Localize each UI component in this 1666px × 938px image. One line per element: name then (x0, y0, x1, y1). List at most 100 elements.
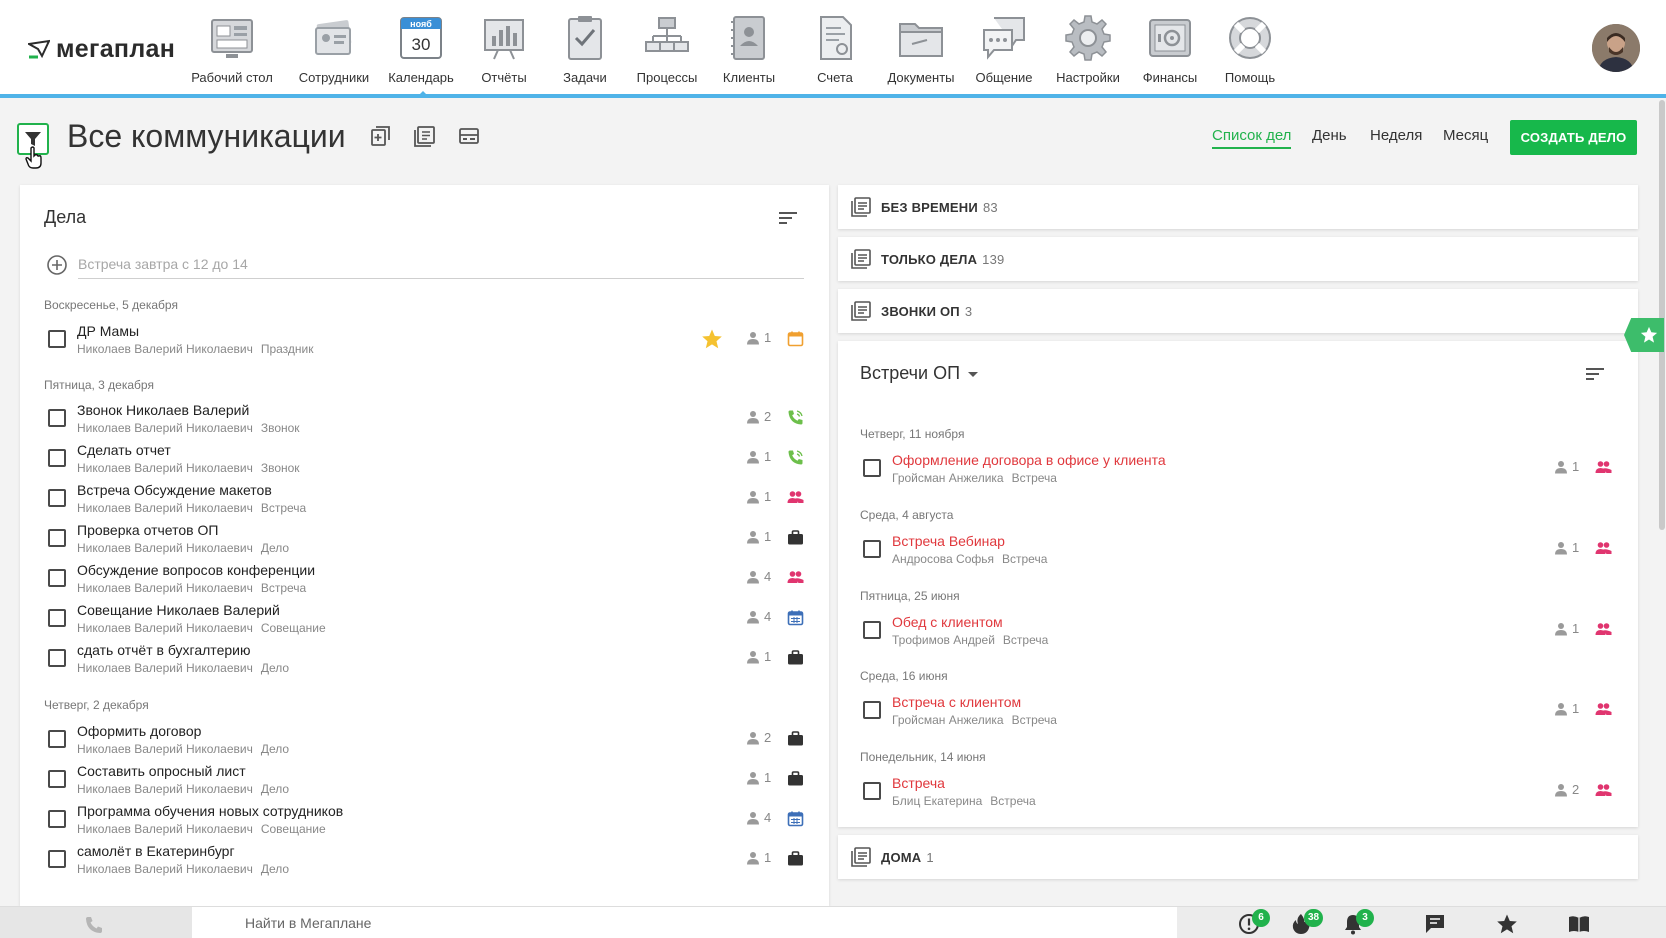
task-checkbox[interactable] (48, 810, 66, 828)
task-title[interactable]: Проверка отчетов ОП (77, 522, 218, 538)
meeting-title-link[interactable]: Встреча с клиентом (892, 694, 1021, 710)
meeting-owner[interactable]: Гройсман Анжелика (892, 713, 1004, 727)
meeting-row[interactable]: Оформление договора в офисе у клиента Гро… (838, 451, 1638, 491)
task-title[interactable]: Программа обучения новых сотрудников (77, 803, 343, 819)
task-row[interactable]: Составить опросный лист Николаев Валерий … (20, 762, 829, 802)
meeting-owner[interactable]: Трофимов Андрей (892, 633, 995, 647)
meeting-row[interactable]: Встреча с клиентом Гройсман Анжелика Встре… (838, 693, 1638, 733)
meetings-sort-icon[interactable] (1584, 365, 1606, 383)
task-checkbox[interactable] (48, 489, 66, 507)
task-owner[interactable]: Николаев Валерий Николаевич (77, 742, 253, 756)
group-bar[interactable]: ЗВОНКИ ОП 3 (838, 289, 1638, 333)
meeting-title-link[interactable]: Встреча Вебинар (892, 533, 1005, 549)
page-scrollbar-thumb[interactable] (1659, 100, 1665, 530)
task-checkbox[interactable] (48, 529, 66, 547)
task-row[interactable]: Звонок Николаев Валерий Николаев Валерий … (20, 401, 829, 441)
meeting-owner[interactable]: Гройсман Анжелика (892, 471, 1004, 485)
task-row[interactable]: Проверка отчетов ОП Николаев Валерий Нико… (20, 521, 829, 561)
nav-desktop[interactable]: Рабочий стол (184, 14, 280, 85)
task-owner[interactable]: Николаев Валерий Николаевич (77, 541, 253, 555)
nav-employees[interactable]: Сотрудники (286, 14, 382, 85)
create-task-button[interactable]: СОЗДАТЬ ДЕЛО (1510, 120, 1637, 155)
favorites-side-tab[interactable] (1624, 318, 1664, 352)
group-bar[interactable]: ТОЛЬКО ДЕЛА 139 (838, 237, 1638, 281)
user-avatar[interactable] (1592, 24, 1640, 72)
task-row[interactable]: Встреча Обсуждение макетов Николаев Валер… (20, 481, 829, 521)
task-owner[interactable]: Николаев Валерий Николаевич (77, 661, 253, 675)
sort-icon[interactable] (777, 209, 799, 227)
task-row[interactable]: Оформить договор Николаев Валерий Николае… (20, 722, 829, 762)
task-row[interactable]: Программа обучения новых сотрудников Нико… (20, 802, 829, 842)
task-checkbox[interactable] (48, 850, 66, 868)
task-row[interactable]: Обсуждение вопросов конференции Николаев … (20, 561, 829, 601)
task-checkbox[interactable] (48, 730, 66, 748)
task-checkbox[interactable] (48, 449, 66, 467)
task-owner[interactable]: Николаев Валерий Николаевич (77, 822, 253, 836)
task-row[interactable]: Сделать отчет Николаев Валерий Николаевич… (20, 441, 829, 481)
tab-month[interactable]: Месяц (1443, 127, 1488, 144)
nav-calendar[interactable]: нояб 30 Календарь (373, 14, 469, 97)
list-view-icon[interactable] (414, 125, 436, 147)
megaplan-logo[interactable]: мегаплан (28, 34, 175, 64)
tab-week[interactable]: Неделя (1370, 127, 1422, 144)
task-owner[interactable]: Николаев Валерий Николаевич (77, 581, 253, 595)
task-checkbox[interactable] (48, 409, 66, 427)
task-checkbox[interactable] (48, 330, 66, 348)
card-view-icon[interactable] (458, 125, 480, 147)
task-owner[interactable]: Николаев Валерий Николаевич (77, 342, 253, 356)
task-title[interactable]: Составить опросный лист (77, 763, 246, 779)
tab-task-list[interactable]: Список дел (1212, 127, 1292, 149)
task-title[interactable]: Оформить договор (77, 723, 201, 739)
task-title[interactable]: Обсуждение вопросов конференции (77, 562, 315, 578)
nav-invoices[interactable]: Счета (787, 14, 883, 85)
meetings-dropdown[interactable]: Встречи ОП (860, 363, 979, 384)
task-checkbox[interactable] (48, 649, 66, 667)
nav-chat[interactable]: Общение (956, 14, 1052, 85)
tab-day[interactable]: День (1312, 127, 1347, 144)
task-title[interactable]: самолёт в Екатеринбург (77, 843, 235, 859)
task-owner[interactable]: Николаев Валерий Николаевич (77, 782, 253, 796)
meeting-row[interactable]: Встреча Вебинар Андросова Софья Встреча 1 (838, 532, 1638, 572)
group-home[interactable]: ДОМА 1 (838, 835, 1638, 879)
favorites-icon[interactable] (1496, 913, 1518, 935)
meeting-owner[interactable]: Блиц Екатерина (892, 794, 982, 808)
task-title[interactable]: Сделать отчет (77, 442, 171, 458)
task-title[interactable]: сдать отчёт в бухгалтерию (77, 642, 250, 658)
meeting-title-link[interactable]: Оформление договора в офисе у клиента (892, 452, 1166, 468)
task-title[interactable]: ДР Мамы (77, 323, 139, 339)
task-owner[interactable]: Николаев Валерий Николаевич (77, 461, 253, 475)
task-row[interactable]: Совещание Николаев Валерий Николаев Валер… (20, 601, 829, 641)
add-circle-icon[interactable] (46, 254, 68, 276)
meeting-checkbox[interactable] (863, 540, 881, 558)
task-owner[interactable]: Николаев Валерий Николаевич (77, 621, 253, 635)
global-search-input[interactable] (192, 907, 1177, 938)
task-checkbox[interactable] (48, 770, 66, 788)
meeting-row[interactable]: Встреча Блиц Екатерина Встреча 2 (838, 774, 1638, 814)
new-task-input[interactable] (78, 249, 804, 279)
meeting-owner[interactable]: Андросова Софья (892, 552, 994, 566)
task-owner[interactable]: Николаев Валерий Николаевич (77, 862, 253, 876)
meeting-checkbox[interactable] (863, 701, 881, 719)
meeting-checkbox[interactable] (863, 782, 881, 800)
meeting-checkbox[interactable] (863, 621, 881, 639)
messages-icon[interactable] (1424, 913, 1446, 935)
copy-add-icon[interactable] (370, 125, 392, 147)
task-title[interactable]: Встреча Обсуждение макетов (77, 482, 272, 498)
task-row[interactable]: самолёт в Екатеринбург Николаев Валерий Н… (20, 842, 829, 882)
phone-zone[interactable] (0, 907, 192, 938)
meeting-checkbox[interactable] (863, 459, 881, 477)
meeting-row[interactable]: Обед с клиентом Трофимов Андрей Встреча 1 (838, 613, 1638, 653)
task-row[interactable]: сдать отчёт в бухгалтерию Николаев Валери… (20, 641, 829, 681)
nav-documents[interactable]: Документы (873, 14, 969, 85)
nav-help[interactable]: Помощь (1202, 14, 1298, 85)
meeting-title-link[interactable]: Обед с клиентом (892, 614, 1003, 630)
book-icon[interactable] (1568, 913, 1590, 935)
task-title[interactable]: Звонок Николаев Валерий (77, 402, 249, 418)
task-title[interactable]: Совещание Николаев Валерий (77, 602, 280, 618)
star-icon[interactable] (701, 328, 723, 350)
meeting-title-link[interactable]: Встреча (892, 775, 945, 791)
task-checkbox[interactable] (48, 569, 66, 587)
nav-clients[interactable]: Клиенты (701, 14, 797, 85)
task-checkbox[interactable] (48, 609, 66, 627)
task-row[interactable]: ДР Мамы Николаев Валерий Николаевич Праздн… (20, 322, 829, 362)
